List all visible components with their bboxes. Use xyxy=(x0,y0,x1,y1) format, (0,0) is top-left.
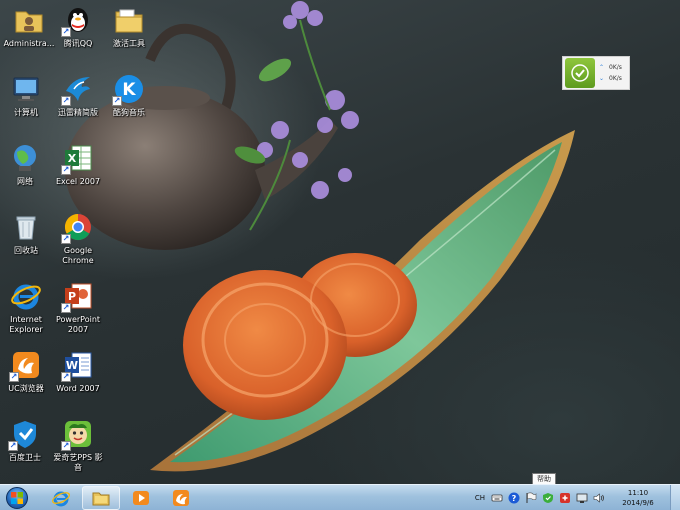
antivirus-icon[interactable] xyxy=(559,492,571,504)
desktop-icon-pps[interactable]: ↗ 爱奇艺PPS 影 音 xyxy=(51,418,105,473)
desktop-icon-computer[interactable]: 计算机 xyxy=(0,73,53,118)
desktop-icon-activation-tools[interactable]: 激活工具 xyxy=(102,4,156,49)
recycle-bin-icon xyxy=(10,211,42,243)
clock[interactable]: 11:10 2014/9/6 xyxy=(610,488,666,508)
desktop-icon-chrome[interactable]: ↗ Google Chrome xyxy=(51,211,105,266)
download-arrow-icon: ⌄ xyxy=(599,75,605,82)
desktop-icon-label: 网络 xyxy=(17,177,33,186)
user-folder-icon xyxy=(13,4,45,36)
desktop-icon-excel[interactable]: X ↗ Excel 2007 xyxy=(51,142,105,187)
desktop-icon-powerpoint[interactable]: P ↗ PowerPoint 2007 xyxy=(51,280,105,335)
keyboard-icon[interactable] xyxy=(491,492,503,504)
desktop: Administra... 计算机 网络 回收站 Internet Explor… xyxy=(0,0,680,484)
language-indicator[interactable]: CH xyxy=(475,494,485,502)
svg-text:W: W xyxy=(66,359,78,372)
taskbar-media-player-button[interactable] xyxy=(122,486,160,510)
excel-icon: X ↗ xyxy=(61,142,94,175)
svg-text:K: K xyxy=(122,80,136,100)
taskbar-file-explorer-button[interactable] xyxy=(82,485,120,510)
network-speed-widget[interactable]: ⌃ 0K/s ⌄ 0K/s xyxy=(562,56,630,90)
desktop-icon-network[interactable]: 网络 xyxy=(0,142,52,187)
desktop-icon-label: PowerPoint 2007 xyxy=(55,315,101,334)
media-player-icon xyxy=(133,490,149,505)
computer-icon xyxy=(10,73,42,105)
desktop-icon-label: Word 2007 xyxy=(56,384,100,393)
show-desktop-button[interactable] xyxy=(670,485,680,510)
help-icon[interactable]: ? xyxy=(508,492,520,504)
desktop-icon-label: Excel 2007 xyxy=(55,177,101,186)
svg-text:?: ? xyxy=(512,494,517,503)
internet-explorer-icon xyxy=(10,280,42,312)
taskbar-uc-browser-button[interactable] xyxy=(162,486,200,510)
checkmark-icon xyxy=(565,58,595,88)
uc-browser-icon: ↗ xyxy=(9,349,42,382)
clock-time: 11:10 xyxy=(627,489,649,497)
start-button[interactable] xyxy=(0,485,34,510)
desktop-icon-uc-browser[interactable]: ↗ UC浏览器 xyxy=(0,349,53,394)
desktop-icon-label: 爱奇艺PPS 影 音 xyxy=(53,453,103,472)
windows-logo-icon xyxy=(6,486,28,509)
svg-text:P: P xyxy=(68,290,76,303)
uc-browser-icon xyxy=(173,489,189,506)
folder-icon xyxy=(113,4,145,36)
desktop-icon-label: 酷狗音乐 xyxy=(113,108,145,117)
pps-player-icon: ↗ xyxy=(61,418,94,451)
desktop-icon-kugou[interactable]: K ↗ 酷狗音乐 xyxy=(102,73,156,118)
desktop-icon-xunlei[interactable]: ↗ 迅雷精简版 xyxy=(51,73,105,118)
desktop-icon-internet-explorer[interactable]: Internet Explorer xyxy=(0,280,53,335)
xunlei-bird-icon: ↗ xyxy=(61,73,94,106)
network-icon[interactable] xyxy=(576,492,588,504)
desktop-icon-label: 激活工具 xyxy=(113,39,145,48)
volume-icon[interactable] xyxy=(593,492,605,504)
desktop-icon-tencent-qq[interactable]: ↗ 腾讯QQ xyxy=(51,4,105,49)
desktop-icon-label: 百度卫士 xyxy=(9,453,41,462)
clock-date: 2014/9/6 xyxy=(622,499,654,507)
upload-rate: 0K/s xyxy=(609,64,622,71)
desktop-icon-recycle-bin[interactable]: 回收站 xyxy=(0,211,53,256)
download-rate: 0K/s xyxy=(609,75,622,82)
svg-text:X: X xyxy=(68,152,77,165)
security-shield-icon[interactable] xyxy=(542,492,554,504)
file-explorer-icon xyxy=(92,492,110,505)
word-icon: W ↗ xyxy=(61,349,94,382)
desktop-icon-word[interactable]: W ↗ Word 2007 xyxy=(51,349,105,394)
flag-icon[interactable] xyxy=(525,492,537,504)
baidu-guard-icon: ↗ xyxy=(8,418,41,451)
kugou-music-icon: K ↗ xyxy=(112,73,145,106)
system-tray: CH ? 11:10 2014/9/6 xyxy=(475,485,680,510)
chrome-icon: ↗ xyxy=(61,211,94,244)
desktop-icon-label: Google Chrome xyxy=(62,246,94,265)
desktop-icon-baidu-guard[interactable]: ↗ 百度卫士 xyxy=(0,418,52,463)
internet-explorer-icon xyxy=(52,491,70,506)
powerpoint-icon: P ↗ xyxy=(61,280,94,313)
upload-arrow-icon: ⌃ xyxy=(599,64,605,71)
taskbar-internet-explorer-button[interactable] xyxy=(42,486,80,510)
taskbar: CH ? 11:10 2014/9/6 xyxy=(0,484,680,510)
network-icon xyxy=(9,142,41,174)
qq-penguin-icon: ↗ xyxy=(61,4,94,37)
